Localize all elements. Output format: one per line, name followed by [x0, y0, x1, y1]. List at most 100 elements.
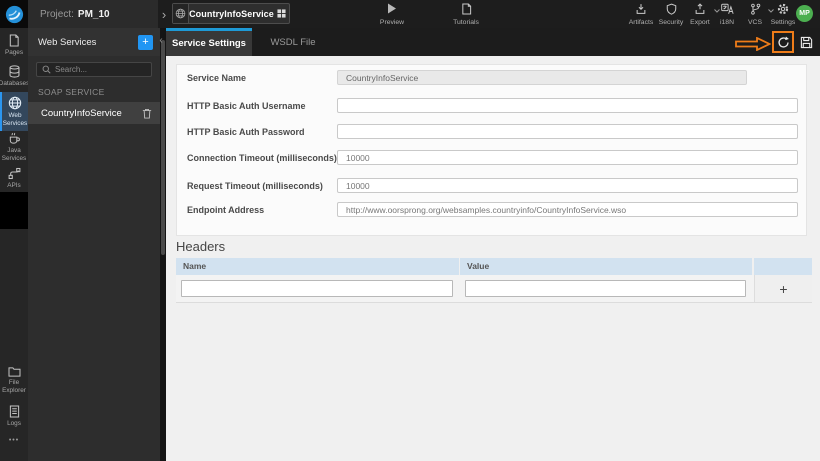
column-header-actions	[754, 258, 812, 275]
header-name-cell	[176, 275, 460, 302]
sidebar-item-file-explorer[interactable]: File Explorer	[0, 366, 28, 394]
web-services-globe-icon	[8, 96, 22, 110]
api-connector-icon	[8, 167, 20, 180]
field-label: HTTP Basic Auth Password	[187, 127, 305, 137]
search-input[interactable]	[55, 65, 146, 74]
form-row-auth-password: HTTP Basic Auth Password	[177, 124, 806, 140]
trash-icon[interactable]	[142, 108, 152, 119]
http-basic-auth-username-field[interactable]	[337, 98, 798, 113]
security-button[interactable]: Security	[656, 3, 686, 26]
service-name: CountryInfoService	[41, 107, 122, 119]
headers-table-row: +	[176, 275, 812, 303]
column-header-name: Name	[176, 258, 459, 275]
tab-service-settings[interactable]: Service Settings	[166, 28, 252, 56]
entity-tab-countryinfoservice[interactable]: CountryInfoService	[172, 3, 290, 24]
export-menu[interactable]: Export	[686, 3, 720, 26]
tutorials-button[interactable]: Tutorials	[446, 3, 486, 26]
add-service-button[interactable]: +	[138, 34, 153, 50]
folder-icon	[7, 367, 21, 377]
search-icon	[42, 65, 51, 74]
preview-label: Preview	[379, 19, 405, 26]
gear-icon	[777, 3, 789, 15]
sidebar-item-label: File Explorer	[2, 379, 26, 394]
upload-icon	[695, 3, 705, 14]
soap-service-section-label: SOAP SERVICE	[38, 87, 105, 97]
sidebar-separator	[0, 192, 28, 229]
form-row-connection-timeout: Connection Timeout (milliseconds)	[177, 150, 806, 166]
project-label: Project:	[40, 8, 74, 20]
export-label: Export	[690, 19, 710, 26]
panel-header: Web Services +	[28, 28, 160, 56]
form-row-auth-username: HTTP Basic Auth Username	[177, 98, 806, 114]
project-name: PM_10	[77, 8, 110, 20]
connection-timeout-field[interactable]	[337, 150, 798, 165]
globe-icon	[173, 4, 190, 23]
field-label: Request Timeout (milliseconds)	[187, 181, 323, 191]
pages-icon	[9, 34, 19, 47]
panel-scrollbar-thumb[interactable]	[161, 40, 165, 255]
preview-button[interactable]: Preview	[374, 3, 410, 26]
headers-section-title: Headers	[176, 239, 226, 254]
service-settings-form: Service Name HTTP Basic Auth Username HT…	[176, 64, 807, 236]
sidebar-item-logs[interactable]: Logs	[0, 405, 28, 428]
form-row-service-name: Service Name	[177, 70, 806, 86]
vcs-menu[interactable]: VCS	[742, 3, 774, 26]
settings-menu[interactable]: Settings	[768, 3, 804, 26]
app-logo[interactable]	[0, 0, 28, 28]
column-header-value: Value	[460, 258, 752, 275]
web-services-panel: Web Services + SOAP SERVICE CountryInfoS…	[28, 28, 160, 461]
grid-icon[interactable]	[274, 9, 289, 18]
play-icon	[388, 3, 396, 14]
more-options-icon[interactable]: •••	[0, 437, 28, 444]
settings-label: Settings	[770, 19, 796, 26]
form-row-request-timeout: Request Timeout (milliseconds)	[177, 178, 806, 194]
project-breadcrumb[interactable]: Project: PM_10	[28, 0, 158, 28]
sidebar-item-web-services[interactable]: Web Services	[0, 92, 28, 132]
header-value-input[interactable]	[465, 280, 746, 297]
sidebar-item-apis[interactable]: APIs	[0, 167, 28, 190]
field-label: Connection Timeout (milliseconds)	[187, 153, 337, 163]
endpoint-address-field[interactable]	[337, 202, 798, 217]
field-label: HTTP Basic Auth Username	[187, 101, 306, 111]
breadcrumb-chevron-icon: ›	[161, 6, 167, 22]
left-nav-rail: Pages Databases Web Services Java Servic…	[0, 28, 29, 461]
sidebar-item-label: Pages	[4, 49, 24, 56]
service-search-box[interactable]	[36, 62, 152, 77]
service-name-field	[337, 70, 747, 85]
panel-title: Web Services	[38, 36, 97, 48]
save-floppy-icon	[800, 36, 812, 48]
wavemaker-logo-icon	[5, 5, 23, 23]
vcs-label: VCS	[748, 19, 762, 26]
database-icon	[9, 65, 19, 78]
top-bar: Project: PM_10 › CountryInfoService Prev…	[0, 0, 820, 28]
entity-tab-label: CountryInfoService	[189, 8, 274, 19]
headers-table: Name Value +	[176, 258, 812, 303]
sidebar-item-pages[interactable]: Pages	[0, 34, 28, 57]
save-button[interactable]	[798, 34, 814, 50]
headers-table-header: Name Value	[176, 258, 812, 275]
editor-tab-bar: Service Settings WSDL File	[166, 28, 820, 56]
tutorials-label: Tutorials	[453, 19, 479, 26]
app-window: Project: PM_10 › CountryInfoService Prev…	[0, 0, 820, 461]
security-label: Security	[658, 19, 684, 26]
artifacts-button[interactable]: Artifacts	[627, 3, 655, 26]
sidebar-item-java-services[interactable]: Java Services	[0, 132, 28, 162]
sidebar-item-databases[interactable]: Databases	[0, 65, 29, 88]
user-avatar[interactable]: MP	[796, 5, 813, 22]
reload-service-button[interactable]	[772, 31, 794, 53]
header-value-cell	[460, 275, 754, 302]
request-timeout-field[interactable]	[337, 178, 798, 193]
branch-icon	[750, 3, 760, 15]
shield-icon	[666, 3, 676, 15]
service-list-item-countryinfoservice[interactable]: CountryInfoService	[28, 102, 160, 124]
i18n-button[interactable]: i18N	[714, 3, 740, 26]
annotation-arrow-icon	[735, 37, 771, 51]
form-row-endpoint-address: Endpoint Address	[177, 202, 806, 218]
translate-icon	[720, 3, 734, 14]
http-basic-auth-password-field[interactable]	[337, 124, 798, 139]
header-name-input[interactable]	[181, 280, 453, 297]
add-header-button[interactable]: +	[779, 282, 787, 296]
header-action-cell: +	[754, 275, 812, 302]
tab-wsdl-file[interactable]: WSDL File	[252, 28, 334, 56]
sidebar-item-label: Web Services	[2, 112, 28, 127]
